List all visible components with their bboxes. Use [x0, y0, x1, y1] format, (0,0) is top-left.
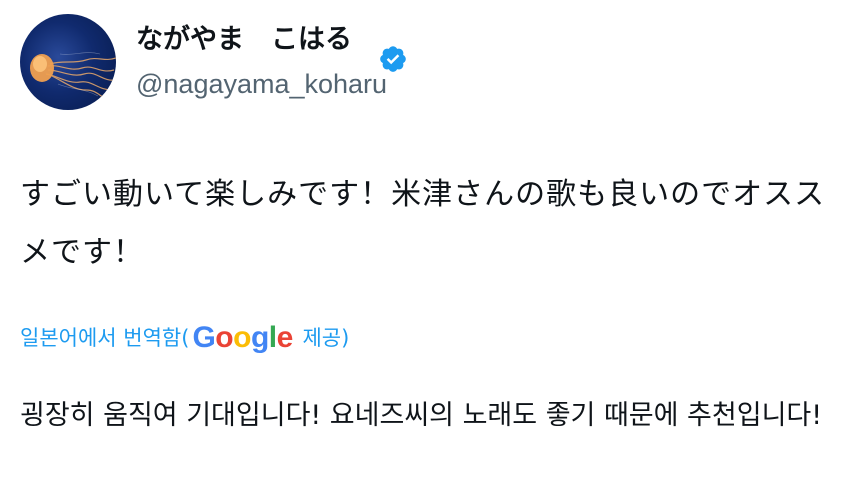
user-handle[interactable]: @nagayama_koharu	[136, 66, 387, 102]
jellyfish-icon	[30, 52, 116, 101]
verified-badge-icon	[358, 25, 407, 72]
translation-attribution[interactable]: 일본어에서 번역함( Google 제공)	[20, 318, 349, 358]
translated-tweet-text: 굉장히 움직여 기대입니다! 요네즈씨의 노래도 좋기 때문에 추천입니다!	[20, 400, 823, 431]
translation-suffix[interactable]: 제공)	[296, 318, 349, 358]
display-name-row[interactable]: ながやま こはる	[136, 22, 407, 72]
avatar[interactable]	[20, 14, 116, 110]
google-logo: Google	[192, 321, 293, 354]
display-name[interactable]: ながやま こはる	[136, 22, 352, 58]
tweet-text: すごい動いて楽しみです！米津さんの歌も良いのでオススメです！	[20, 177, 826, 270]
translation-prefix[interactable]: 일본어에서 번역함(	[20, 318, 189, 358]
